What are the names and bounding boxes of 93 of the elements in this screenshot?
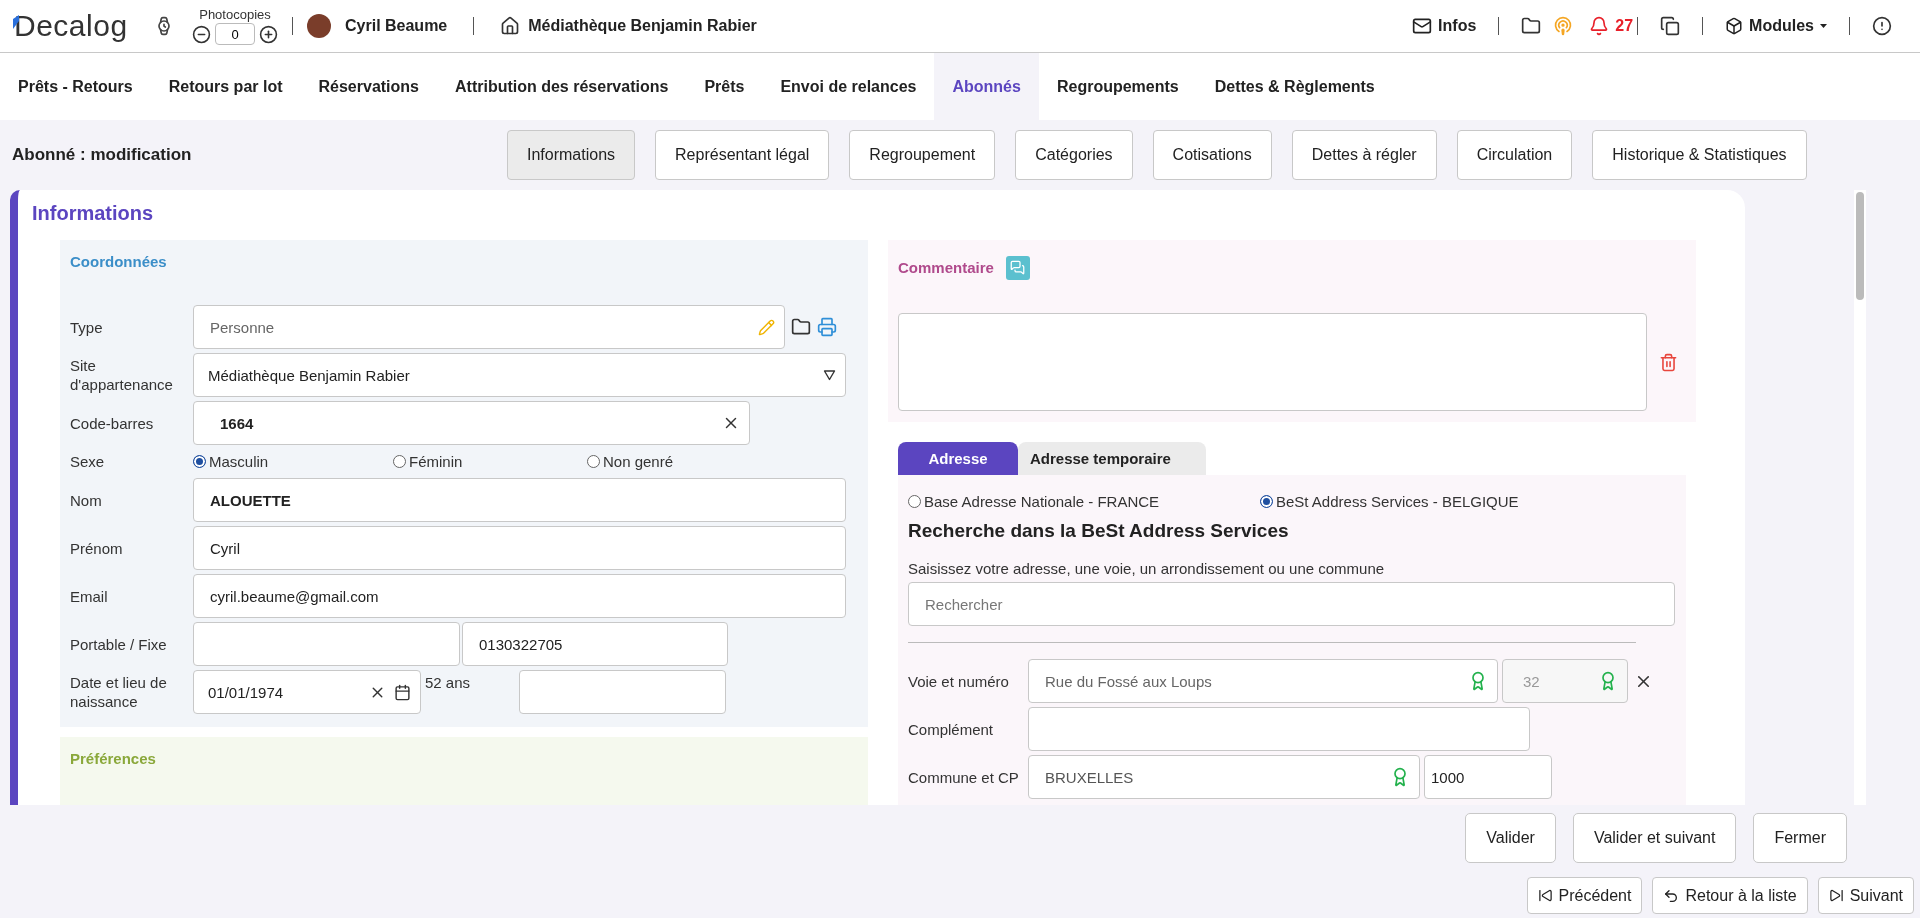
- radio-button[interactable]: [393, 455, 406, 468]
- radio-label: Masculin: [209, 453, 269, 470]
- section-tab[interactable]: Catégories: [1015, 130, 1133, 180]
- type-field[interactable]: Personne: [193, 305, 785, 349]
- photocopies-field[interactable]: 0: [215, 23, 255, 45]
- text-field[interactable]: Cyril: [193, 526, 846, 570]
- search-hint: Saisissez votre adresse, une voie, un arrondissement ou une commune: [908, 560, 1386, 577]
- field-label: Portable / Fixe: [70, 634, 168, 654]
- skip-back-icon: [1537, 888, 1553, 903]
- trash-icon[interactable]: [1659, 352, 1678, 372]
- field-label: Sexe: [70, 452, 106, 471]
- alert-icon: [1872, 16, 1892, 36]
- city-field[interactable]: BRUXELLES: [1028, 755, 1420, 799]
- caret-icon: [1820, 24, 1827, 28]
- bell-icon: [1589, 16, 1610, 36]
- avatar[interactable]: [307, 14, 331, 38]
- postcode-field[interactable]: 1000: [1424, 755, 1552, 799]
- radio-button[interactable]: [1260, 495, 1273, 508]
- dropdown-icon: [823, 369, 836, 381]
- address-tab[interactable]: Adresse temporaire: [1018, 442, 1206, 475]
- radio-button[interactable]: [587, 455, 600, 468]
- scrollbar-thumb[interactable]: [1856, 192, 1864, 300]
- complement-field[interactable]: [1028, 707, 1530, 751]
- section-tab[interactable]: Représentant légal: [655, 130, 830, 180]
- section-tab[interactable]: Dettes à régler: [1291, 130, 1437, 180]
- action-button[interactable]: Valider: [1465, 813, 1556, 863]
- radio-label: Féminin: [409, 453, 463, 470]
- section-tab[interactable]: Cotisations: [1152, 130, 1272, 180]
- navigation-button[interactable]: Suivant: [1817, 877, 1914, 914]
- field-label: Site d'appartenance: [70, 356, 174, 394]
- phone-field[interactable]: 0130322705: [462, 622, 728, 666]
- action-button[interactable]: Valider et suivant: [1572, 813, 1737, 863]
- field-label: Code-barres: [70, 413, 155, 433]
- radio-label: Base Adresse Nationale - FRANCE: [924, 493, 1160, 510]
- nav-tab[interactable]: Abonnés: [934, 53, 1039, 120]
- folder-icon[interactable]: [791, 317, 811, 337]
- page-title: Abonné : modification: [12, 145, 193, 165]
- folder-icon: [1521, 16, 1542, 36]
- logo: Decalog: [14, 9, 129, 43]
- field-label: Prénom: [70, 538, 124, 558]
- mail-icon: [1412, 16, 1433, 36]
- navigation-button[interactable]: Retour à la liste: [1652, 877, 1808, 914]
- field-label: Commune et CP: [908, 767, 1020, 787]
- text-field[interactable]: cyril.beaume@gmail.com: [193, 574, 846, 618]
- field-label: Email: [70, 586, 109, 606]
- field-label: Voie et numéro: [908, 671, 1010, 691]
- site-select[interactable]: Médiathèque Benjamin Rabier: [193, 353, 846, 397]
- panel-title: Coordonnées: [70, 252, 168, 272]
- section-tab[interactable]: Historique & Statistiques: [1592, 130, 1807, 180]
- house-icon: [500, 16, 521, 36]
- radio-button[interactable]: [908, 495, 921, 508]
- plus-icon[interactable]: [259, 24, 278, 44]
- cube-icon: [1725, 17, 1744, 35]
- section-tab[interactable]: Informations: [507, 130, 636, 180]
- comment-field[interactable]: [898, 313, 1647, 411]
- undo-icon: [1663, 887, 1680, 904]
- search-field[interactable]: Rechercher: [908, 582, 1675, 626]
- notifications-button[interactable]: 27: [1589, 16, 1634, 36]
- field-label: Nom: [70, 490, 103, 510]
- panel-title: Commentaire: [898, 259, 994, 276]
- search-heading: Recherche dans la BeSt Address Services: [908, 520, 1290, 542]
- scrollbar[interactable]: [1854, 190, 1866, 805]
- photocopies-label: Photocopies: [199, 7, 271, 22]
- street-field[interactable]: Rue du Fossé aux Loups: [1028, 659, 1498, 703]
- infos-button[interactable]: Infos: [1412, 16, 1477, 36]
- action-button[interactable]: Fermer: [1753, 813, 1847, 863]
- modules-button[interactable]: Modules: [1725, 17, 1827, 35]
- field-label: Date et lieu de naissance: [70, 673, 168, 711]
- radio-label: BeSt Address Services - BELGIQUE: [1276, 493, 1519, 510]
- field-label: Complément: [908, 719, 995, 739]
- copy-icon: [1660, 16, 1681, 36]
- radio-label: Non genré: [603, 453, 674, 470]
- text-field[interactable]: ALOUETTE: [193, 478, 846, 522]
- panel-title: Préférences: [70, 749, 157, 769]
- calendar-icon[interactable]: [394, 683, 411, 701]
- printer-icon[interactable]: [817, 317, 837, 337]
- barcode-field[interactable]: 1664: [193, 401, 750, 445]
- section-title: Informations: [31, 201, 155, 226]
- podcast-icon: [1553, 16, 1574, 36]
- site-name[interactable]: Médiathèque Benjamin Rabier: [528, 17, 757, 35]
- age-text: 52 ans: [425, 674, 472, 691]
- user-name[interactable]: Cyril Beaume: [345, 17, 448, 35]
- date-field[interactable]: 01/01/1974: [193, 670, 421, 714]
- mobile-field[interactable]: [193, 622, 460, 666]
- skip-forward-icon: [1828, 888, 1844, 903]
- section-tab[interactable]: Circulation: [1456, 130, 1573, 180]
- navigation-button[interactable]: Précédent: [1526, 877, 1643, 914]
- field-label: Type: [70, 317, 104, 337]
- address-tab[interactable]: Adresse: [898, 442, 1018, 475]
- section-tab[interactable]: Regroupement: [849, 130, 996, 180]
- minus-icon[interactable]: [192, 24, 211, 44]
- birthplace-field[interactable]: [519, 670, 726, 714]
- radio-button[interactable]: [193, 455, 206, 468]
